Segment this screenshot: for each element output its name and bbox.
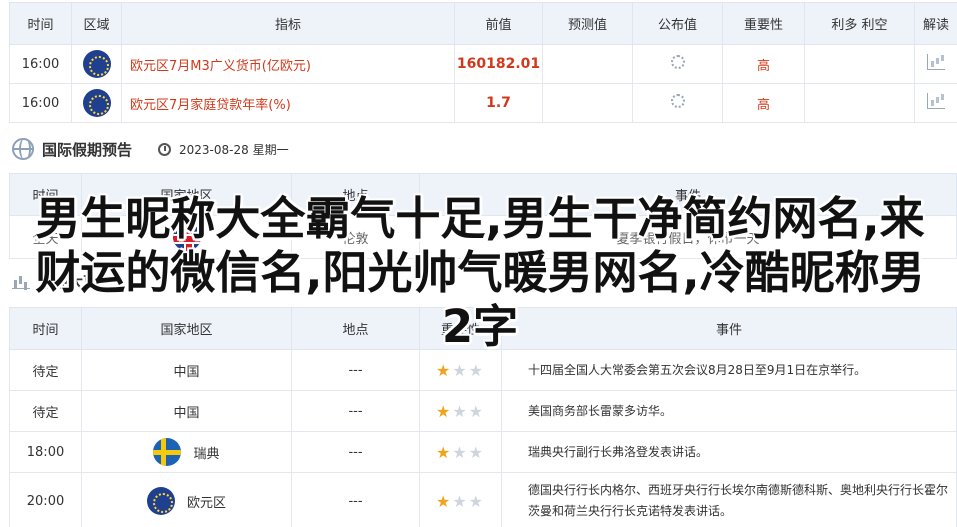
table-row[interactable]: 16:00 欧元区7月M3广义货币(亿欧元) 160182.01 高: [9, 44, 957, 84]
row-time: 待定: [9, 390, 82, 432]
col-forecast: 预测值: [542, 2, 633, 45]
col-impact: 利多 利空: [804, 2, 915, 45]
clock-icon: [158, 142, 172, 156]
section-date: 2023-08-28 星期一: [179, 142, 289, 157]
impact-value: [804, 44, 915, 84]
row-place: 伦敦: [291, 215, 420, 259]
events-table: 时间 国家地区 地点 重要性 事件 待定 中国 --- ★★★ 十四届全国人大常…: [9, 307, 957, 527]
section-title: 国际假期预告: [42, 140, 133, 159]
row-place: ---: [291, 472, 420, 527]
chart-icon[interactable]: [927, 93, 945, 109]
col-place: 地点: [291, 307, 420, 350]
col-indicator: 指标: [121, 2, 455, 45]
star-icon: ★: [452, 401, 469, 421]
row-event: 夏季银行假日，休市一天: [419, 215, 957, 259]
table-row: 20:00 欧元区 --- ★★★ 德国央行行长内格尔、西班牙央行行长埃尔南德斯…: [9, 472, 957, 527]
row-event: 瑞典央行副行长弗洛登发表讲话。: [501, 431, 957, 473]
row-event: 十四届全国人大常委会第五次会议8月28日至9月1日在京举行。: [501, 349, 957, 391]
col-time: 时间: [9, 2, 72, 45]
row-country: 欧元区: [186, 495, 226, 511]
col-importance: 重要性: [722, 2, 805, 45]
globe-icon: [12, 138, 34, 160]
col-place: 地点: [291, 173, 420, 216]
star-rating: ★★★: [419, 349, 502, 391]
indicator-link[interactable]: 欧元区7月M3广义货币(亿欧元): [121, 44, 455, 84]
row-event: 德国央行行长内格尔、西班牙央行行长埃尔南德斯德科斯、奥地利央行行长霍尔茨曼和荷兰…: [501, 472, 957, 527]
row-country: 中国: [81, 349, 292, 391]
row-event: 美国商务部长雷蒙多访华。: [501, 390, 957, 432]
star-icon: ★: [452, 442, 469, 462]
star-icon: ★: [435, 360, 453, 380]
prev-value: 160182.01: [454, 44, 543, 84]
col-importance: 重要性: [419, 307, 502, 350]
col-interpret: 解读: [914, 2, 957, 45]
prev-value: 1.7: [454, 83, 543, 123]
se-flag-icon: [153, 438, 182, 466]
col-time: 时间: [9, 307, 82, 350]
row-time: 16:00: [9, 83, 72, 123]
holiday-table: 时间 国家地区 地点 事件 全天 伦敦 夏季银行假日，休市一天: [9, 173, 957, 259]
eu-flag-icon: [146, 487, 175, 515]
events-header-row: 时间 国家地区 地点 重要性 事件: [9, 307, 957, 350]
col-time: 时间: [9, 173, 82, 216]
star-icon: ★: [468, 401, 486, 421]
row-country: 瑞典: [193, 446, 220, 462]
importance-badge: 高: [722, 44, 805, 84]
star-icon: ★: [452, 360, 469, 380]
row-time: 16:00: [9, 44, 72, 84]
star-icon: ★: [435, 491, 453, 511]
uk-flag-icon: [172, 223, 201, 251]
loading-icon: [670, 94, 685, 108]
star-icon: ★: [468, 442, 486, 462]
events-section-header: 财经大事: [12, 268, 98, 294]
row-time: 18:00: [9, 431, 82, 473]
importance-badge: 高: [722, 83, 805, 123]
col-region: 区域: [71, 2, 122, 45]
col-prev: 前值: [454, 2, 543, 45]
col-event: 事件: [501, 307, 957, 350]
table-row: 待定 中国 --- ★★★ 十四届全国人大常委会第五次会议8月28日至9月1日在…: [9, 349, 957, 391]
col-country: 国家地区: [81, 173, 292, 216]
loading-icon: [670, 55, 685, 69]
table-row: 待定 中国 --- ★★★ 美国商务部长雷蒙多访华。: [9, 390, 957, 432]
row-time: 20:00: [9, 472, 82, 527]
indicator-header-row: 时间 区域 指标 前值 预测值 公布值 重要性 利多 利空 解读: [9, 2, 957, 45]
row-place: ---: [291, 431, 420, 473]
row-time: 待定: [9, 349, 82, 391]
star-icon: ★: [468, 491, 486, 511]
row-place: ---: [291, 390, 420, 432]
star-icon: ★: [435, 401, 453, 421]
bar-chart-icon: [12, 273, 30, 289]
col-actual: 公布值: [632, 2, 723, 45]
col-country: 国家地区: [81, 307, 292, 350]
col-event: 事件: [419, 173, 957, 216]
chart-icon[interactable]: [927, 54, 945, 70]
star-rating: ★★★: [419, 390, 502, 432]
star-icon: ★: [468, 360, 486, 380]
forecast-value: [542, 83, 633, 123]
table-row[interactable]: 16:00 欧元区7月家庭贷款年率(%) 1.7 高: [9, 83, 957, 123]
row-time: 全天: [9, 215, 82, 259]
indicator-table: 时间 区域 指标 前值 预测值 公布值 重要性 利多 利空 解读 16:00 欧…: [9, 2, 957, 123]
holiday-section-header: 国际假期预告 2023-08-28 星期一: [12, 134, 289, 164]
holiday-header-row: 时间 国家地区 地点 事件: [9, 173, 957, 216]
star-rating: ★★★: [419, 472, 502, 527]
star-icon: ★: [435, 442, 453, 462]
row-place: ---: [291, 349, 420, 391]
row-country: 中国: [81, 390, 292, 432]
eu-flag-icon: [82, 50, 111, 78]
eu-flag-icon: [82, 89, 111, 117]
impact-value: [804, 83, 915, 123]
forecast-value: [542, 44, 633, 84]
section-title: 财经大事: [38, 272, 99, 291]
star-icon: ★: [452, 491, 469, 511]
indicator-link[interactable]: 欧元区7月家庭贷款年率(%): [121, 83, 455, 123]
table-row: 18:00 瑞典 --- ★★★ 瑞典央行副行长弗洛登发表讲话。: [9, 431, 957, 473]
table-row: 全天 伦敦 夏季银行假日，休市一天: [9, 215, 957, 259]
star-rating: ★★★: [419, 431, 502, 473]
